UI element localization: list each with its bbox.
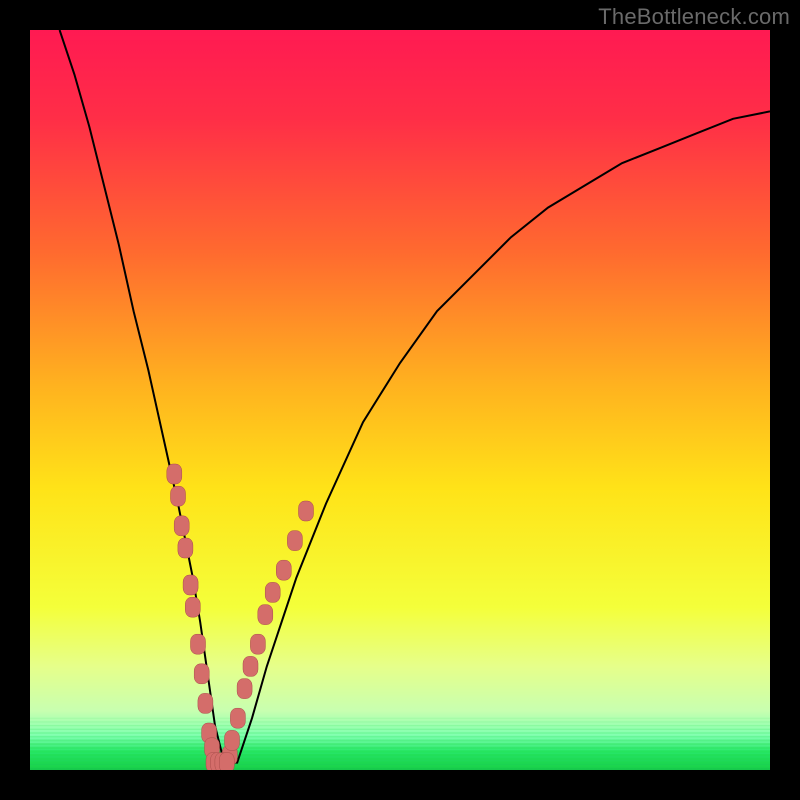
chart-stage: TheBottleneck.com — [0, 0, 800, 800]
curve-marker-right — [237, 679, 252, 699]
curve-marker-left — [185, 597, 200, 617]
curve-marker-floor — [219, 753, 234, 770]
curve-marker-right — [230, 708, 245, 728]
curve-marker-left — [174, 516, 189, 536]
curve-marker-left — [198, 693, 213, 713]
curve-marker-right — [287, 531, 302, 551]
curve-marker-right — [299, 501, 314, 521]
curve-marker-left — [178, 538, 193, 558]
curve-marker-right — [265, 582, 280, 602]
curve-marker-left — [183, 575, 198, 595]
curve-marker-left — [194, 664, 209, 684]
plot-area — [30, 30, 770, 770]
curve-marker-left — [191, 634, 206, 654]
curve-marker-left — [171, 486, 186, 506]
curve-marker-right — [243, 656, 258, 676]
curve-marker-right — [250, 634, 265, 654]
bottleneck-chart — [30, 30, 770, 770]
attribution-text: TheBottleneck.com — [598, 4, 790, 30]
curve-marker-right — [258, 605, 273, 625]
curve-marker-right — [276, 560, 291, 580]
curve-marker-right — [225, 730, 240, 750]
curve-marker-left — [167, 464, 182, 484]
gradient-background — [30, 30, 770, 770]
